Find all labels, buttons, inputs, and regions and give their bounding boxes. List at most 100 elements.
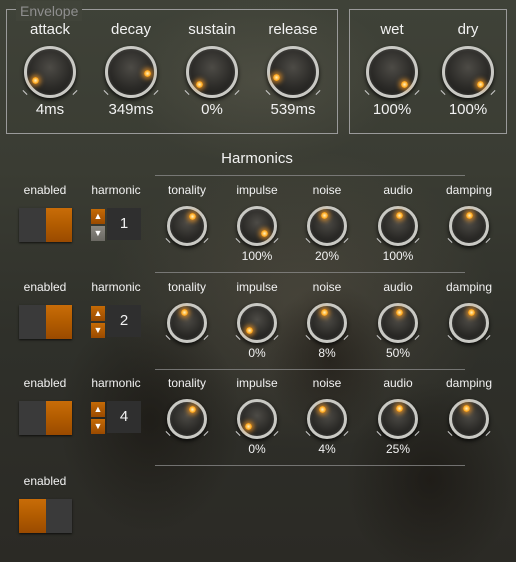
header-enabled: enabled [23, 280, 67, 294]
knob-min-tick [165, 238, 171, 243]
harmonic-down-arrow-icon[interactable]: ▼ [91, 323, 105, 338]
knob-indicator [196, 80, 204, 88]
knob-min-tick [235, 431, 241, 436]
header-enabled: enabled [23, 183, 67, 197]
knob-indicator [395, 308, 403, 316]
knob-indicator [465, 211, 473, 219]
noise-knob[interactable] [307, 399, 347, 439]
knob-max-tick [485, 238, 491, 243]
tonality-knob[interactable] [167, 303, 207, 343]
knob-min-tick [447, 238, 453, 243]
audio-knob[interactable] [378, 303, 418, 343]
wet-knob[interactable] [366, 46, 418, 98]
damping-knob[interactable] [449, 303, 489, 343]
knob-label-dry: dry [457, 21, 479, 38]
knob-value-release: 539ms [270, 101, 316, 118]
knob-indicator [320, 308, 328, 316]
knob-max-tick [203, 238, 209, 243]
impulse-value: 0% [248, 346, 266, 360]
knob-indicator [245, 327, 253, 335]
knob-value-attack: 4ms [35, 101, 65, 118]
impulse-knob[interactable] [237, 206, 277, 246]
toggle-off-segment [19, 305, 46, 339]
harmonic-enabled-toggle[interactable] [19, 305, 72, 339]
knob-min-tick [305, 335, 311, 340]
header-audio: audio [383, 376, 413, 390]
knob-max-tick [485, 335, 491, 340]
header-damping: damping [445, 280, 493, 294]
noise-value: 4% [318, 442, 336, 456]
audio-value: 50% [385, 346, 411, 360]
impulse-knob[interactable] [237, 399, 277, 439]
knob-max-tick [485, 431, 491, 436]
harmonic-number[interactable]: 2 [107, 305, 141, 337]
harmonic-up-arrow-icon[interactable]: ▲ [91, 402, 105, 417]
tonality-knob[interactable] [167, 206, 207, 246]
damping-knob[interactable] [449, 399, 489, 439]
toggle-on-segment [19, 499, 46, 533]
impulse-value: 0% [248, 442, 266, 456]
harmonic-up-arrow-icon[interactable]: ▲ [91, 306, 105, 321]
knob-max-tick [414, 238, 420, 243]
knob-max-tick [273, 238, 279, 243]
knob-min-tick [235, 238, 241, 243]
harmonic-number[interactable]: 4 [107, 401, 141, 433]
decay-knob[interactable] [105, 46, 157, 98]
knob-indicator [462, 404, 470, 412]
knob-value-decay: 349ms [108, 101, 154, 118]
harmonic-spinner: ▲ ▼ [91, 402, 105, 434]
knob-min-tick [165, 335, 171, 340]
noise-knob[interactable] [307, 206, 347, 246]
sustain-knob[interactable] [186, 46, 238, 98]
harmonic-enabled-toggle[interactable] [19, 208, 72, 242]
knob-indicator [245, 422, 253, 430]
header-noise: noise [312, 376, 342, 390]
knob-indicator [320, 211, 328, 219]
knob-indicator [32, 77, 39, 85]
noise-knob[interactable] [307, 303, 347, 343]
tonality-knob[interactable] [167, 399, 207, 439]
harmonics-top-divider [155, 175, 465, 176]
header-impulse: impulse [236, 183, 278, 197]
footer-enabled-toggle[interactable] [19, 499, 72, 533]
harmonic-enabled-toggle[interactable] [19, 401, 72, 435]
audio-value: 100% [382, 249, 414, 263]
attack-knob[interactable] [24, 46, 76, 98]
header-tonality: tonality [167, 280, 207, 294]
toggle-off-segment [19, 208, 46, 242]
header-impulse: impulse [236, 280, 278, 294]
knob-indicator [189, 213, 197, 221]
noise-value: 20% [314, 249, 340, 263]
header-harmonic: harmonic [91, 376, 141, 390]
knob-min-tick [376, 335, 382, 340]
knob-min-tick [165, 431, 171, 436]
audio-knob[interactable] [378, 206, 418, 246]
damping-knob[interactable] [449, 206, 489, 246]
knob-max-tick [343, 238, 349, 243]
harmonic-down-arrow-icon[interactable]: ▼ [91, 419, 105, 434]
knob-indicator [273, 73, 281, 81]
knob-min-tick [447, 335, 453, 340]
header-audio: audio [383, 280, 413, 294]
knob-indicator [144, 69, 152, 77]
harmonic-up-arrow-icon[interactable]: ▲ [91, 209, 105, 224]
knob-label-attack: attack [29, 21, 71, 38]
header-harmonic: harmonic [91, 280, 141, 294]
knob-indicator [476, 80, 484, 88]
header-enabled: enabled [23, 376, 67, 390]
harmonic-spinner: ▲ ▼ [91, 209, 105, 241]
knob-indicator [395, 211, 403, 219]
harmonic-number[interactable]: 1 [107, 208, 141, 240]
knob-max-tick [203, 431, 209, 436]
audio-knob[interactable] [378, 399, 418, 439]
knob-indicator [189, 406, 197, 414]
dry-knob[interactable] [442, 46, 494, 98]
row-divider [155, 272, 465, 273]
harmonic-down-arrow-icon[interactable]: ▼ [91, 226, 105, 241]
release-knob[interactable] [267, 46, 319, 98]
header-damping: damping [445, 183, 493, 197]
knob-indicator [261, 230, 269, 238]
knob-max-tick [343, 335, 349, 340]
knob-indicator [180, 308, 188, 316]
impulse-knob[interactable] [237, 303, 277, 343]
